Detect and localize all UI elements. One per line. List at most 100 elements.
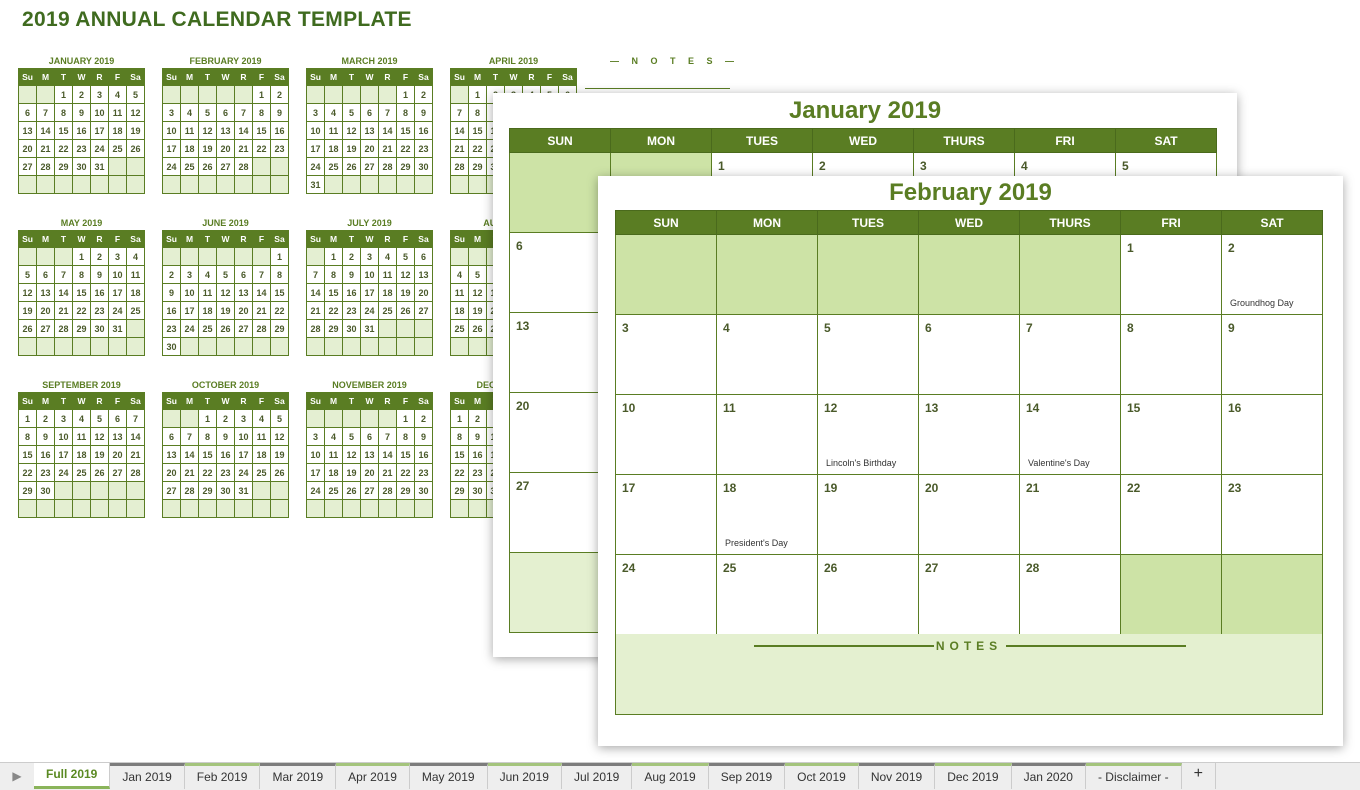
day-cell[interactable] bbox=[252, 499, 271, 518]
day-cell[interactable]: 23 bbox=[90, 301, 109, 320]
day-cell[interactable] bbox=[126, 337, 145, 356]
day-cell[interactable]: 27 bbox=[36, 319, 55, 338]
day-cell[interactable]: 14 bbox=[252, 283, 271, 302]
day-cell[interactable] bbox=[54, 499, 73, 518]
day-cell[interactable]: 16 bbox=[72, 121, 91, 140]
day-cell[interactable]: 28 bbox=[450, 157, 469, 176]
day-cell[interactable]: 17 bbox=[306, 139, 325, 158]
day-cell[interactable]: 9 bbox=[468, 427, 487, 446]
day-cell[interactable]: 19 bbox=[216, 301, 235, 320]
day-cell[interactable]: 23 bbox=[216, 463, 235, 482]
sheet-tab[interactable]: Aug 2019 bbox=[632, 763, 709, 789]
day-cell[interactable] bbox=[817, 234, 919, 315]
day-cell[interactable]: 9 bbox=[270, 103, 289, 122]
day-cell[interactable] bbox=[162, 409, 181, 428]
day-cell[interactable] bbox=[252, 337, 271, 356]
day-cell[interactable]: 12 bbox=[270, 427, 289, 446]
day-cell[interactable]: 2 bbox=[90, 247, 109, 266]
day-cell[interactable]: 9 bbox=[342, 265, 361, 284]
day-cell[interactable]: 5 bbox=[126, 85, 145, 104]
day-cell[interactable]: 5 bbox=[270, 409, 289, 428]
day-cell[interactable]: 4 bbox=[324, 427, 343, 446]
day-cell[interactable]: 15 bbox=[72, 283, 91, 302]
day-cell[interactable]: 17 bbox=[306, 463, 325, 482]
day-cell[interactable] bbox=[198, 175, 217, 194]
sheet-tab[interactable]: Oct 2019 bbox=[785, 763, 859, 789]
day-cell[interactable]: 18 President's Day bbox=[716, 474, 818, 555]
day-cell[interactable]: 6 bbox=[234, 265, 253, 284]
day-cell[interactable]: 14 bbox=[378, 445, 397, 464]
day-cell[interactable]: 1 bbox=[396, 409, 415, 428]
day-cell[interactable] bbox=[126, 481, 145, 500]
day-cell[interactable]: 28 bbox=[234, 157, 253, 176]
day-cell[interactable]: 20 bbox=[234, 301, 253, 320]
day-cell[interactable]: 8 bbox=[18, 427, 37, 446]
day-cell[interactable]: 26 bbox=[216, 319, 235, 338]
day-cell[interactable]: 27 bbox=[234, 319, 253, 338]
day-cell[interactable]: 31 bbox=[360, 319, 379, 338]
day-cell[interactable]: 10 bbox=[306, 121, 325, 140]
day-cell[interactable]: 22 bbox=[252, 139, 271, 158]
day-cell[interactable]: 16 bbox=[414, 121, 433, 140]
day-cell[interactable]: 2 bbox=[216, 409, 235, 428]
day-cell[interactable]: 17 bbox=[90, 121, 109, 140]
day-cell[interactable]: 11 bbox=[126, 265, 145, 284]
day-cell[interactable] bbox=[180, 499, 199, 518]
day-cell[interactable]: 25 bbox=[716, 554, 818, 635]
day-cell[interactable]: 27 bbox=[414, 301, 433, 320]
day-cell[interactable]: 17 bbox=[615, 474, 717, 555]
day-cell[interactable]: 28 bbox=[252, 319, 271, 338]
day-cell[interactable] bbox=[252, 157, 271, 176]
day-cell[interactable] bbox=[36, 499, 55, 518]
day-cell[interactable]: 9 bbox=[414, 103, 433, 122]
day-cell[interactable]: 3 bbox=[615, 314, 717, 395]
sheet-tab[interactable]: - Disclaimer - bbox=[1085, 763, 1182, 789]
day-cell[interactable]: 5 bbox=[342, 427, 361, 446]
day-cell[interactable]: 5 bbox=[90, 409, 109, 428]
day-cell[interactable]: 9 bbox=[216, 427, 235, 446]
day-cell[interactable] bbox=[234, 175, 253, 194]
day-cell[interactable] bbox=[72, 481, 91, 500]
day-cell[interactable]: 29 bbox=[198, 481, 217, 500]
day-cell[interactable]: 13 bbox=[162, 445, 181, 464]
day-cell[interactable]: 2 bbox=[342, 247, 361, 266]
day-cell[interactable]: 20 bbox=[36, 301, 55, 320]
day-cell[interactable]: 1 bbox=[450, 409, 469, 428]
day-cell[interactable]: 27 bbox=[162, 481, 181, 500]
day-cell[interactable] bbox=[72, 337, 91, 356]
day-cell[interactable]: 13 bbox=[918, 394, 1020, 475]
day-cell[interactable] bbox=[180, 337, 199, 356]
day-cell[interactable]: 18 bbox=[324, 139, 343, 158]
day-cell[interactable] bbox=[90, 337, 109, 356]
day-cell[interactable]: 2 bbox=[270, 85, 289, 104]
day-cell[interactable]: 19 bbox=[18, 301, 37, 320]
day-cell[interactable]: 22 bbox=[18, 463, 37, 482]
day-cell[interactable]: 7 bbox=[1019, 314, 1121, 395]
day-cell[interactable]: 9 bbox=[162, 283, 181, 302]
notes-area[interactable]: NOTES bbox=[615, 634, 1323, 715]
day-cell[interactable] bbox=[306, 499, 325, 518]
day-cell[interactable] bbox=[468, 175, 487, 194]
day-cell[interactable] bbox=[18, 499, 37, 518]
day-cell[interactable]: 3 bbox=[360, 247, 379, 266]
day-cell[interactable]: 26 bbox=[342, 157, 361, 176]
day-cell[interactable] bbox=[126, 499, 145, 518]
day-cell[interactable]: 28 bbox=[36, 157, 55, 176]
day-cell[interactable]: 16 bbox=[216, 445, 235, 464]
day-cell[interactable]: 29 bbox=[18, 481, 37, 500]
day-cell[interactable]: 18 bbox=[252, 445, 271, 464]
day-cell[interactable]: 16 bbox=[1221, 394, 1323, 475]
day-cell[interactable]: 28 bbox=[54, 319, 73, 338]
day-cell[interactable]: 29 bbox=[324, 319, 343, 338]
day-cell[interactable]: 29 bbox=[396, 481, 415, 500]
day-cell[interactable] bbox=[509, 152, 611, 233]
day-cell[interactable]: 28 bbox=[126, 463, 145, 482]
day-cell[interactable]: 8 bbox=[450, 427, 469, 446]
day-cell[interactable]: 23 bbox=[1221, 474, 1323, 555]
day-cell[interactable] bbox=[216, 499, 235, 518]
day-cell[interactable]: 25 bbox=[324, 157, 343, 176]
day-cell[interactable]: 18 bbox=[108, 121, 127, 140]
day-cell[interactable]: 22 bbox=[324, 301, 343, 320]
day-cell[interactable] bbox=[216, 337, 235, 356]
day-cell[interactable] bbox=[1221, 554, 1323, 635]
